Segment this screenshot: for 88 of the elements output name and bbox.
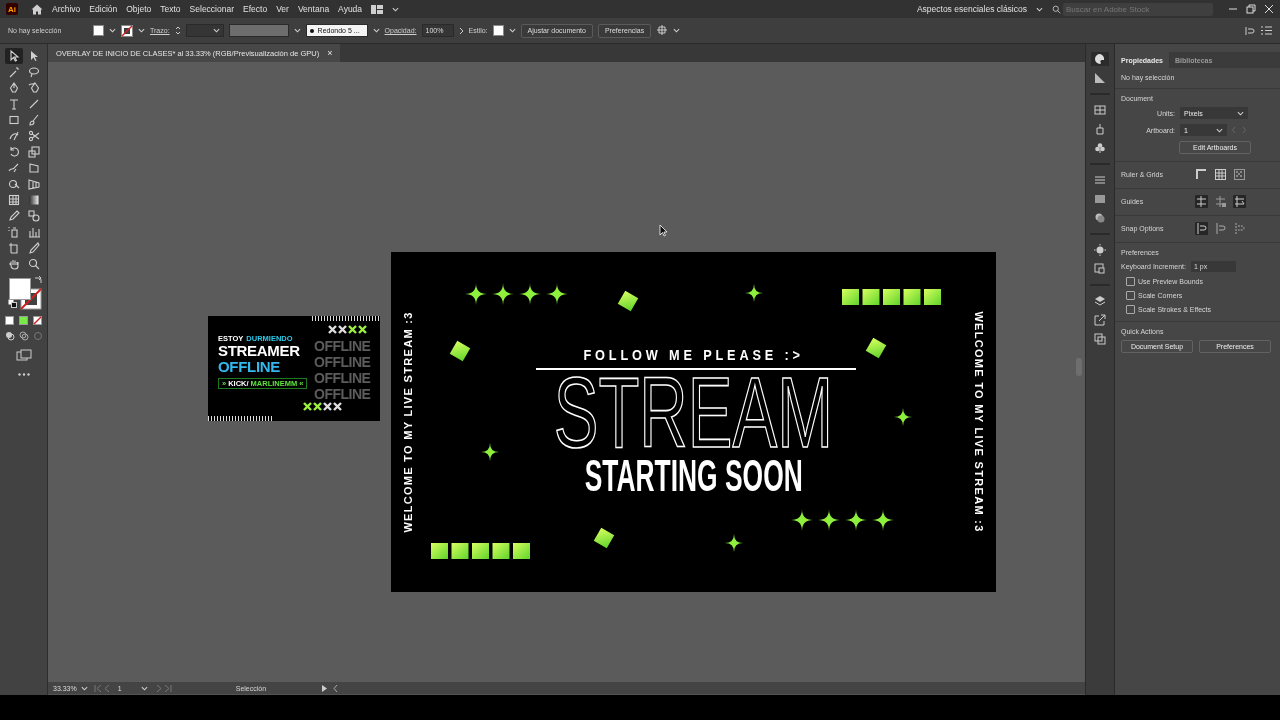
none-mode-swatch[interactable] xyxy=(33,316,42,325)
stripe-pattern xyxy=(208,416,272,421)
background-text: OFFLINE xyxy=(314,354,371,370)
stroke-none-swatch[interactable] xyxy=(121,24,133,37)
workspace-layout-icon[interactable] xyxy=(371,4,384,14)
play-icon[interactable] xyxy=(321,684,327,692)
menu-item[interactable]: Efecto xyxy=(243,4,268,14)
chevron-down-icon[interactable] xyxy=(212,28,220,33)
chevron-down-icon[interactable] xyxy=(392,6,400,12)
cross-mark-icon xyxy=(323,402,332,411)
background-text: OFFLINE xyxy=(314,370,371,386)
sun-icon[interactable] xyxy=(1091,243,1109,257)
cross-mark-icon xyxy=(328,325,337,334)
style-swatch[interactable] xyxy=(492,25,504,36)
checkbox[interactable] xyxy=(1126,291,1135,300)
cross-mark-icon xyxy=(348,325,357,334)
menu-item[interactable]: Archivo xyxy=(52,4,81,14)
grid-icon[interactable] xyxy=(1214,168,1227,181)
checkbox[interactable] xyxy=(1126,305,1135,314)
restore-icon[interactable] xyxy=(1246,4,1256,14)
chevron-right-icon[interactable] xyxy=(458,26,464,35)
snap-icon[interactable] xyxy=(1245,25,1256,36)
search-icon xyxy=(1052,4,1061,14)
fill-color-swatch[interactable] xyxy=(8,278,31,300)
close-icon[interactable] xyxy=(1264,4,1274,14)
menu-item[interactable]: Texto xyxy=(160,4,181,14)
vertical-text: WELCOME TO MY LIVE STREAM :3 xyxy=(972,310,986,535)
subtitle-text: STARTING SOON xyxy=(584,454,803,498)
chevron-down-icon[interactable] xyxy=(1036,6,1043,12)
draw-behind-icon[interactable] xyxy=(18,331,29,341)
gradient-mode-swatch[interactable] xyxy=(19,316,28,325)
brush-dot-icon xyxy=(309,28,314,33)
menu-item[interactable]: Objeto xyxy=(126,4,152,14)
workspace-switcher[interactable]: Aspectos esenciales clásicos xyxy=(916,4,1027,14)
tab-close-button[interactable]: × xyxy=(327,48,333,58)
menu-item[interactable]: Edición xyxy=(89,4,118,14)
overlapping-squares-icon[interactable] xyxy=(1091,332,1109,346)
vertical-text: WELCOME TO MY LIVE STREAM :3 xyxy=(401,310,415,535)
transparency-grid-icon[interactable] xyxy=(1233,168,1246,181)
chevron-down-icon[interactable] xyxy=(109,28,116,33)
smart-guides-icon[interactable] xyxy=(1233,195,1246,208)
chevron-down-icon[interactable] xyxy=(673,28,681,33)
home-icon[interactable] xyxy=(31,3,43,15)
chevron-down-icon[interactable] xyxy=(293,28,301,33)
cross-mark-icon xyxy=(313,402,322,411)
headline-text: STREAMER xyxy=(218,343,300,359)
menu-item[interactable]: Ver xyxy=(276,4,289,14)
lock-guides-icon[interactable] xyxy=(1214,195,1227,208)
chevron-down-icon[interactable] xyxy=(80,685,88,691)
chevron-down-icon[interactable] xyxy=(1237,110,1244,116)
stroke-weight-field[interactable] xyxy=(185,24,224,37)
chevron-down-icon[interactable] xyxy=(372,28,380,33)
snap-to-point-icon[interactable] xyxy=(1195,222,1208,235)
more-icon[interactable] xyxy=(17,373,30,376)
cross-mark-icon xyxy=(338,325,347,334)
cross-mark-icon xyxy=(303,402,312,411)
guides-icon[interactable] xyxy=(1195,195,1208,208)
app-logo[interactable]: Ai xyxy=(6,3,18,15)
export-icon[interactable] xyxy=(1091,313,1109,327)
stripe-pattern xyxy=(312,316,380,321)
screen-mode-icon[interactable] xyxy=(15,349,32,361)
background-text: OFFLINE xyxy=(314,338,371,354)
fill-swatch[interactable] xyxy=(93,25,104,36)
menu-item[interactable]: Ventana xyxy=(297,4,330,14)
headline-text: OFFLINE xyxy=(218,359,281,375)
cross-mark-icon xyxy=(358,325,367,334)
default-colors-icon[interactable] xyxy=(7,299,17,308)
image-grid-icon[interactable] xyxy=(1091,103,1109,117)
chevron-down-icon[interactable] xyxy=(140,685,148,691)
draw-normal-icon[interactable] xyxy=(4,331,15,341)
list-icon[interactable] xyxy=(1261,26,1272,35)
color-mode-swatch[interactable] xyxy=(5,316,14,325)
menu-item[interactable]: Seleccionar xyxy=(189,4,235,14)
chevron-down-icon[interactable] xyxy=(1216,127,1223,133)
palette-icon[interactable] xyxy=(1091,52,1109,66)
background-text: OFFLINE xyxy=(314,386,371,402)
chevron-down-icon[interactable] xyxy=(138,28,145,33)
width-profile-field xyxy=(228,24,289,37)
swap-arrow-icon[interactable] xyxy=(33,276,42,284)
cross-mark-icon xyxy=(333,402,342,411)
spinner-icon[interactable] xyxy=(174,25,181,36)
chevron-left-icon[interactable] xyxy=(332,684,338,692)
checkbox[interactable] xyxy=(1126,277,1135,286)
ruler-icon[interactable] xyxy=(1195,168,1208,181)
menu-item[interactable]: Ayuda xyxy=(338,4,363,14)
tagline-text: FOLLOW ME PLEASE :> xyxy=(583,346,804,363)
mouse-cursor-icon xyxy=(659,224,668,237)
chevron-down-icon[interactable] xyxy=(508,28,516,33)
